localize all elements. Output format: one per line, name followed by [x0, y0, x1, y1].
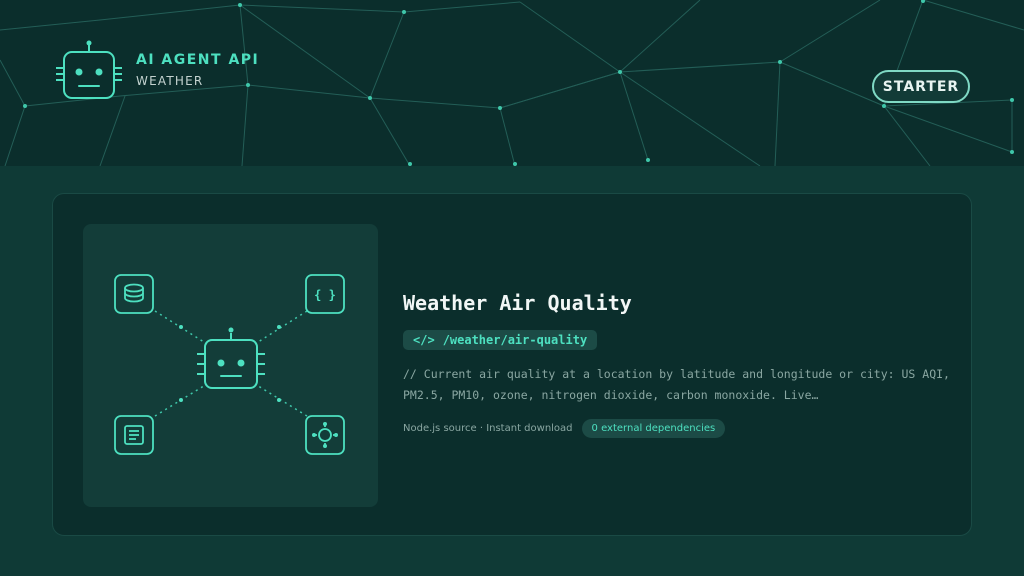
document-icon	[114, 415, 154, 455]
header: AI AGENT API WEATHER STARTER	[0, 0, 1024, 166]
api-illustration: { }	[83, 224, 378, 507]
meta-text: Node.js source · Instant download	[403, 423, 573, 434]
api-title[interactable]: Weather Air Quality	[403, 290, 963, 316]
agent-connections-diagram: { }	[114, 274, 345, 455]
starter-plan-button[interactable]: STARTER	[872, 70, 970, 103]
sun-network-icon	[305, 415, 345, 455]
endpoint-path: /weather/air-quality	[442, 333, 588, 347]
center-robot-icon	[197, 333, 265, 389]
database-icon	[114, 274, 154, 314]
brand-subtitle: WEATHER	[136, 74, 204, 88]
api-card[interactable]: { } Weather Air Quality </> /weather/air…	[52, 193, 972, 536]
brand[interactable]: AI AGENT API WEATHER	[56, 38, 259, 104]
code-tag-icon: </>	[413, 333, 435, 347]
brand-title: AI AGENT API	[136, 52, 260, 68]
api-info: Weather Air Quality </> /weather/air-qua…	[403, 290, 963, 438]
dependency-badge: 0 external dependencies	[581, 419, 726, 438]
endpoint-pill[interactable]: </> /weather/air-quality	[403, 330, 598, 350]
code-braces-icon: { }	[305, 274, 345, 314]
robot-icon	[56, 40, 122, 99]
svg-text:{ }: { }	[314, 288, 336, 302]
api-description: // Current air quality at a location by …	[403, 367, 950, 402]
meta-row: Node.js source · Instant download 0 exte…	[403, 419, 963, 438]
